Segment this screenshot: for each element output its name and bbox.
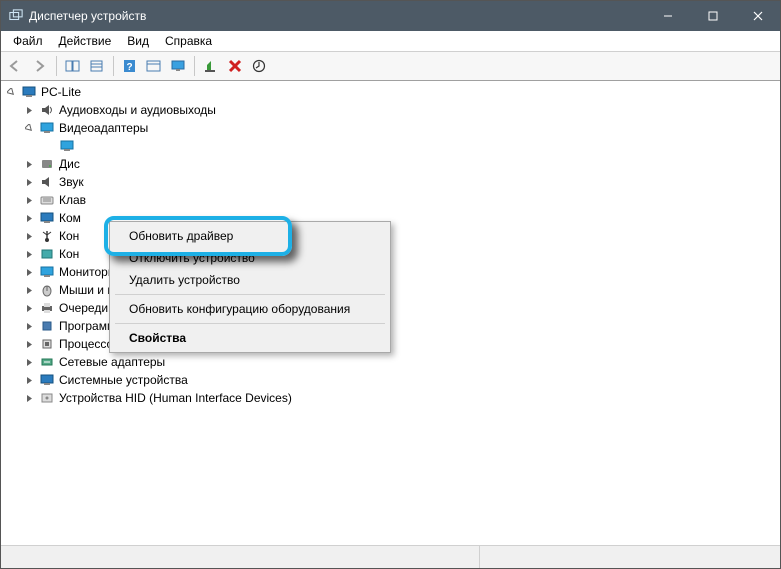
- tree-label: Аудиовходы и аудиовыходы: [59, 101, 216, 119]
- expand-icon[interactable]: [23, 158, 35, 170]
- app-icon: [9, 9, 23, 23]
- tree-item-video[interactable]: Видеоадаптеры: [1, 119, 780, 137]
- display-adapter-icon: [59, 138, 75, 154]
- expand-icon[interactable]: [23, 212, 35, 224]
- expand-icon[interactable]: [23, 248, 35, 260]
- context-delete-device[interactable]: Удалить устройство: [113, 269, 387, 291]
- forward-button[interactable]: [29, 55, 51, 77]
- tree-label: Кон: [59, 227, 79, 245]
- menu-action[interactable]: Действие: [51, 32, 120, 50]
- context-properties-label: Свойства: [129, 331, 186, 345]
- back-button[interactable]: [5, 55, 27, 77]
- menu-file[interactable]: Файл: [5, 32, 51, 50]
- expand-icon[interactable]: [23, 392, 35, 404]
- expand-icon[interactable]: [23, 302, 35, 314]
- mouse-icon: [39, 282, 55, 298]
- status-pane: [480, 546, 780, 568]
- monitor-icon: [39, 264, 55, 280]
- spacer: [43, 140, 55, 152]
- expand-icon[interactable]: [23, 320, 35, 332]
- cpu-icon: [39, 336, 55, 352]
- computer-icon: [21, 84, 37, 100]
- usb-icon: [39, 228, 55, 244]
- network-icon: [39, 354, 55, 370]
- toolbar-separator: [194, 56, 195, 76]
- uninstall-device-button[interactable]: [224, 55, 246, 77]
- context-separator: [115, 294, 385, 295]
- titlebar: Диспетчер устройств: [1, 1, 780, 31]
- expand-icon[interactable]: [23, 104, 35, 116]
- tree-item-video-adapter[interactable]: [1, 137, 780, 155]
- tree-item-keyboard[interactable]: Клав: [1, 191, 780, 209]
- enable-device-button[interactable]: [200, 55, 222, 77]
- tree-item-disk[interactable]: Дис: [1, 155, 780, 173]
- tree-item-sound[interactable]: Звук: [1, 173, 780, 191]
- expand-icon[interactable]: [23, 338, 35, 350]
- expand-icon[interactable]: [23, 266, 35, 278]
- audio-icon: [39, 102, 55, 118]
- monitor-icon-button[interactable]: [167, 55, 189, 77]
- tree-label: PC-Lite: [41, 83, 81, 101]
- status-pane: [1, 546, 480, 568]
- context-separator: [115, 323, 385, 324]
- tree-label: Сетевые адаптеры: [59, 353, 165, 371]
- system-icon: [39, 372, 55, 388]
- maximize-button[interactable]: [690, 1, 735, 31]
- expand-icon[interactable]: [5, 86, 17, 98]
- content-area: PC-Lite Аудиовходы и аудиовыходы Видеоад…: [1, 81, 780, 545]
- tree-label: Дис: [59, 155, 80, 173]
- monitor-icon: [39, 210, 55, 226]
- menu-view[interactable]: Вид: [119, 32, 157, 50]
- tree-label: Звук: [59, 173, 84, 191]
- toolbar-separator: [56, 56, 57, 76]
- tree-root[interactable]: PC-Lite: [1, 83, 780, 101]
- hid-icon: [39, 390, 55, 406]
- software-icon: [39, 318, 55, 334]
- expand-icon[interactable]: [23, 374, 35, 386]
- tree-item-network[interactable]: Сетевые адаптеры: [1, 353, 780, 371]
- scan-hardware-button[interactable]: [143, 55, 165, 77]
- context-update-driver[interactable]: Обновить драйвер: [113, 225, 387, 247]
- window-title: Диспетчер устройств: [29, 9, 146, 23]
- tree-label: Системные устройства: [59, 371, 188, 389]
- printer-icon: [39, 300, 55, 316]
- show-hide-tree-button[interactable]: [62, 55, 84, 77]
- help-button[interactable]: ?: [119, 55, 141, 77]
- keyboard-icon: [39, 192, 55, 208]
- disk-icon: [39, 156, 55, 172]
- expand-icon[interactable]: [23, 230, 35, 242]
- tree-label: Кон: [59, 245, 79, 263]
- expand-icon[interactable]: [23, 284, 35, 296]
- toolbar-separator: [113, 56, 114, 76]
- context-refresh-hw[interactable]: Обновить конфигурацию оборудования: [113, 298, 387, 320]
- collapse-icon[interactable]: [23, 122, 35, 134]
- context-disable-device[interactable]: Отключить устройство: [113, 247, 387, 269]
- statusbar: [1, 545, 780, 568]
- tree-label: Устройства HID (Human Interface Devices): [59, 389, 292, 407]
- sound-icon: [39, 174, 55, 190]
- update-driver-button[interactable]: [248, 55, 270, 77]
- menubar: Файл Действие Вид Справка: [1, 31, 780, 51]
- tree-item-audio[interactable]: Аудиовходы и аудиовыходы: [1, 101, 780, 119]
- expand-icon[interactable]: [23, 356, 35, 368]
- tree-item-system[interactable]: Системные устройства: [1, 371, 780, 389]
- svg-text:?: ?: [126, 62, 132, 73]
- expand-icon[interactable]: [23, 176, 35, 188]
- display-adapter-icon: [39, 120, 55, 136]
- toolbar: ?: [1, 51, 780, 81]
- tree-label: Клав: [59, 191, 86, 209]
- tree-item-hid[interactable]: Устройства HID (Human Interface Devices): [1, 389, 780, 407]
- menu-help[interactable]: Справка: [157, 32, 220, 50]
- context-properties[interactable]: Свойства: [113, 327, 387, 349]
- tree-label: Видеоадаптеры: [59, 119, 148, 137]
- device-manager-window: Диспетчер устройств Файл Действие Вид Сп…: [0, 0, 781, 569]
- expand-icon[interactable]: [23, 194, 35, 206]
- tree-label: Ком: [59, 209, 81, 227]
- minimize-button[interactable]: [645, 1, 690, 31]
- tree-label: Мониторы: [59, 263, 116, 281]
- context-menu: Обновить драйвер Отключить устройство Уд…: [109, 221, 391, 353]
- properties-button[interactable]: [86, 55, 108, 77]
- storage-controller-icon: [39, 246, 55, 262]
- close-button[interactable]: [735, 1, 780, 31]
